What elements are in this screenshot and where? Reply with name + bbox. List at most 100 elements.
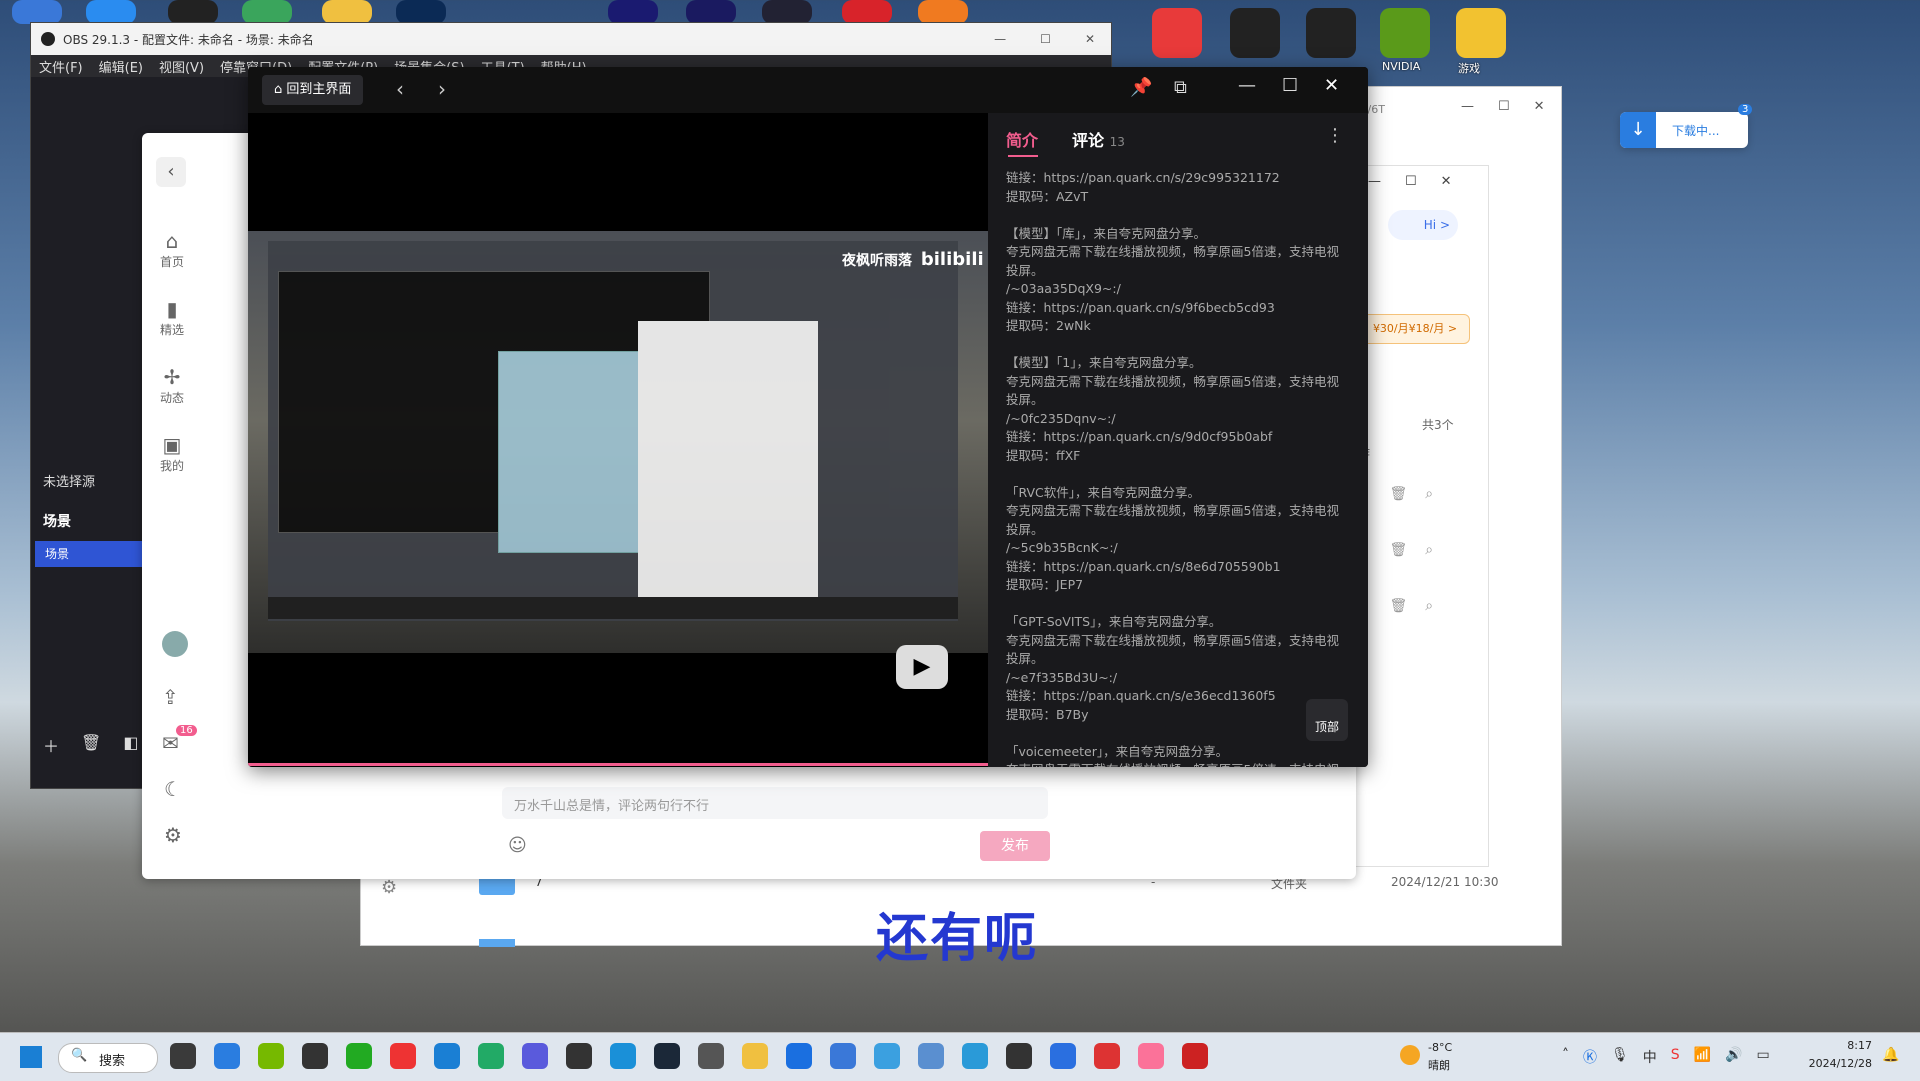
taskbar-app-6-icon[interactable] <box>434 1043 460 1069</box>
ime-indicator[interactable]: 中 <box>1643 1047 1657 1067</box>
nav-item-1[interactable]: ▮ 精选 <box>152 297 192 338</box>
search-icon[interactable]: ⌕ <box>1425 598 1433 614</box>
taskbar-app-12-icon[interactable] <box>698 1043 724 1069</box>
volume-icon[interactable]: 🔊 <box>1725 1047 1742 1067</box>
back-button[interactable]: ‹ <box>156 157 186 187</box>
taskbar-app-20-icon[interactable] <box>1050 1043 1076 1069</box>
theme-icon[interactable]: ☾ <box>164 777 182 801</box>
taskbar-app-4-icon[interactable] <box>346 1043 372 1069</box>
desktop-app-3-icon[interactable] <box>1380 8 1430 58</box>
wifi-icon[interactable]: 📶 <box>1694 1047 1711 1067</box>
vip-price-button[interactable]: ¥30/月¥18/月 > <box>1360 314 1470 344</box>
download-widget[interactable]: ↓ 下载中... 3 <box>1620 104 1753 148</box>
emoji-icon[interactable]: ☺ <box>508 835 527 856</box>
pin-icon[interactable]: 📌 <box>1130 77 1152 98</box>
taskbar-app-19-icon[interactable] <box>1006 1043 1032 1069</box>
hi-button[interactable]: Hi > <box>1388 210 1458 240</box>
taskbar-app-7-icon[interactable] <box>478 1043 504 1069</box>
taskbar-app-11-icon[interactable] <box>654 1043 680 1069</box>
taskbar-app-17-icon[interactable] <box>918 1043 944 1069</box>
taskbar-app-1-icon[interactable] <box>214 1043 240 1069</box>
gamepad-app-icon[interactable] <box>242 0 292 24</box>
obs-menu-item[interactable]: 文件(F) <box>39 57 83 76</box>
pip-icon[interactable]: ⧉ <box>1174 77 1187 98</box>
obs-scene-item[interactable]: 场景 <box>35 541 155 567</box>
ps-icon[interactable] <box>396 0 446 24</box>
panel-close-icon[interactable]: ✕ <box>1441 174 1452 189</box>
filter-icon[interactable]: ◧ <box>123 733 138 757</box>
taskbar-app-15-icon[interactable] <box>830 1043 856 1069</box>
taskbar-app-13-icon[interactable] <box>742 1043 768 1069</box>
nav-item-3[interactable]: ▣ 我的 <box>152 433 192 474</box>
minimize-icon[interactable]: — <box>994 32 1006 46</box>
desktop-app-0-icon[interactable] <box>1152 8 1202 58</box>
video-player-icon[interactable] <box>86 0 136 24</box>
search-icon[interactable]: ⌕ <box>1425 486 1433 502</box>
acrobat-icon[interactable] <box>842 0 892 24</box>
media-app-icon[interactable] <box>168 0 218 24</box>
taskbar-app-18-icon[interactable] <box>962 1043 988 1069</box>
close-icon[interactable]: ✕ <box>1085 32 1095 46</box>
delete-icon[interactable]: 🗑 <box>1389 486 1407 502</box>
taskbar-app-2-icon[interactable] <box>258 1043 284 1069</box>
delete-icon[interactable]: 🗑 <box>1389 598 1407 614</box>
search-box[interactable]: 🔍 搜索 <box>58 1043 158 1073</box>
panel-minimize-icon[interactable]: — <box>1368 174 1381 189</box>
delete-scene-icon[interactable]: 🗑 <box>81 733 101 757</box>
moon-app-icon[interactable] <box>762 0 812 24</box>
battery-icon[interactable]: ▭ <box>1757 1047 1770 1067</box>
taskbar-app-10-icon[interactable] <box>610 1043 636 1069</box>
add-scene-icon[interactable]: ＋ <box>43 733 59 757</box>
taskbar-app-22-icon[interactable] <box>1138 1043 1164 1069</box>
play-button-icon[interactable]: ▶ <box>896 645 948 689</box>
chevron-up-icon[interactable]: ˄ <box>1562 1047 1569 1067</box>
start-button[interactable] <box>20 1046 42 1068</box>
quark-maximize-icon[interactable]: ☐ <box>1498 99 1510 114</box>
taskbar-app-16-icon[interactable] <box>874 1043 900 1069</box>
taskbar-app-23-icon[interactable] <box>1182 1043 1208 1069</box>
mic-icon[interactable]: 🎙 <box>1611 1047 1629 1067</box>
taskbar-app-5-icon[interactable] <box>390 1043 416 1069</box>
more-icon[interactable]: ⋮ <box>1326 125 1344 146</box>
taskbar-app-3-icon[interactable] <box>302 1043 328 1069</box>
folder-icon[interactable] <box>322 0 372 24</box>
maximize-icon[interactable]: ☐ <box>1282 75 1298 96</box>
desktop-app-2-icon[interactable] <box>1306 8 1356 58</box>
mail-icon[interactable]: ✉ <box>162 731 179 755</box>
maximize-icon[interactable]: ☐ <box>1040 32 1051 46</box>
nav-item-2[interactable]: ✢ 动态 <box>152 365 192 406</box>
close-icon[interactable]: ✕ <box>1324 75 1339 96</box>
panel-maximize-icon[interactable]: ☐ <box>1405 174 1417 189</box>
k-app-icon[interactable]: Ⓚ <box>1583 1047 1597 1067</box>
publish-button[interactable]: 发布 <box>980 831 1050 861</box>
notification-icon[interactable]: 🔔 <box>1882 1047 1899 1063</box>
quark-close-icon[interactable]: ✕ <box>1534 99 1545 114</box>
taskbar-app-9-icon[interactable] <box>566 1043 592 1069</box>
taskbar-app-0-icon[interactable] <box>170 1043 196 1069</box>
tab-intro[interactable]: 简介 <box>1006 127 1038 151</box>
avatar[interactable] <box>162 631 188 657</box>
firefox-icon[interactable] <box>918 0 968 24</box>
settings-icon[interactable]: ⚙ <box>381 877 397 898</box>
obs-menu-item[interactable]: 视图(V) <box>159 57 204 76</box>
taskbar-app-14-icon[interactable] <box>786 1043 812 1069</box>
delete-icon[interactable]: 🗑 <box>1389 542 1407 558</box>
browser-arrow-icon[interactable] <box>12 0 62 24</box>
desktop-app-1-icon[interactable] <box>1230 8 1280 58</box>
ae-icon[interactable] <box>686 0 736 24</box>
clock[interactable]: 8:17 2024/12/28 <box>1806 1037 1872 1073</box>
scroll-top-button[interactable]: 顶部 <box>1306 699 1348 741</box>
prev-icon[interactable]: ‹ <box>396 77 404 101</box>
taskbar-app-21-icon[interactable] <box>1094 1043 1120 1069</box>
minimize-icon[interactable]: — <box>1238 75 1256 96</box>
obs-menu-item[interactable]: 编辑(E) <box>99 57 143 76</box>
next-icon[interactable]: › <box>438 77 446 101</box>
quark-minimize-icon[interactable]: — <box>1461 99 1474 114</box>
video-frame[interactable]: 夜枫听雨落 bilibili <box>248 231 988 653</box>
progress-bar[interactable] <box>248 763 988 766</box>
home-button[interactable]: ⌂ 回到主界面 <box>262 75 364 105</box>
tab-comments[interactable]: 评论 13 <box>1072 127 1125 151</box>
desktop-app-4-icon[interactable] <box>1456 8 1506 58</box>
comment-input[interactable]: 万水千山总是情，评论两句行不行 <box>502 787 1048 819</box>
pr-icon[interactable] <box>608 0 658 24</box>
